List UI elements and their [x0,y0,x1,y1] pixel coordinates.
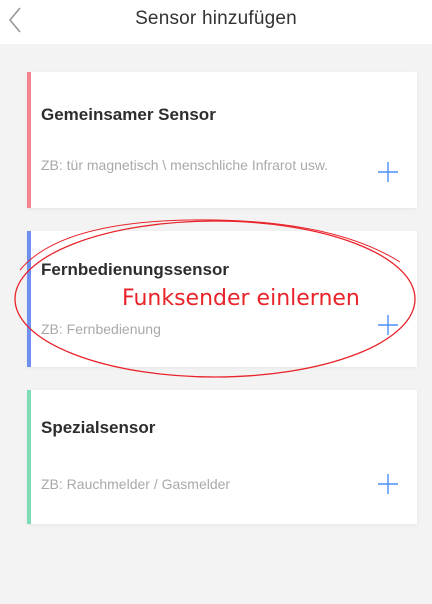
plus-icon [378,315,398,335]
card-title: Spezialsensor [41,418,156,437]
page-title: Sensor hinzufügen [135,8,297,29]
card-subtitle: ZB: Fernbedienung [41,321,161,337]
card-title: Gemeinsamer Sensor [41,105,216,124]
header-bar: Sensor hinzufügen [0,0,432,44]
card-accent-bar [27,72,31,208]
sensor-card-remote[interactable]: Fernbedienungssensor ZB: Fernbedienung [27,231,417,367]
sensor-card-common[interactable]: Gemeinsamer Sensor ZB: tür magnetisch \ … [27,72,417,208]
card-accent-bar [27,390,31,524]
card-accent-bar [27,231,31,367]
plus-icon [378,474,398,494]
card-subtitle: ZB: tür magnetisch \ menschliche Infraro… [41,157,329,173]
add-special-sensor-button[interactable] [377,473,399,495]
add-remote-sensor-button[interactable] [377,314,399,336]
add-common-sensor-button[interactable] [377,161,399,183]
plus-icon [378,162,398,182]
card-subtitle: ZB: Rauchmelder / Gasmelder [41,476,231,492]
card-title: Fernbedienungssensor [41,260,229,279]
sensor-card-special[interactable]: Spezialsensor ZB: Rauchmelder / Gasmelde… [27,390,417,524]
